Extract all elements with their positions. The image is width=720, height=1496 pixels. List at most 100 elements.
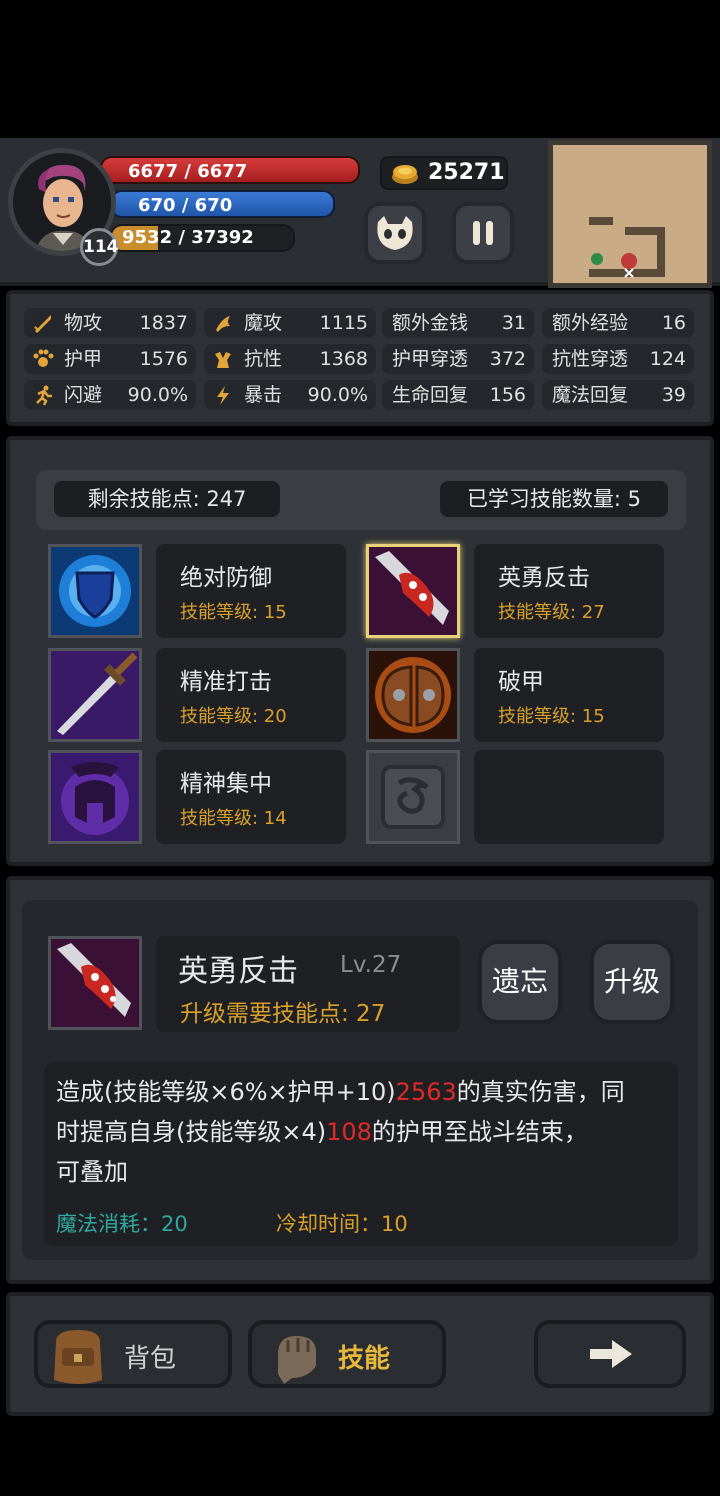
stat-value: 1368 bbox=[319, 348, 368, 370]
skill-slot[interactable] bbox=[48, 648, 142, 742]
backpack-icon bbox=[54, 1330, 102, 1384]
desc-part-4: 时提高自身(技能等级×4) bbox=[56, 1118, 327, 1146]
skill-description: 造成(技能等级×6%×护甲+10)2563的真实伤害，同 时提高自身(技能等级×… bbox=[56, 1072, 668, 1192]
stat-item: 暴击 90.0% bbox=[204, 380, 376, 410]
fist-icon bbox=[278, 1336, 316, 1384]
stat-item: 抗性 1368 bbox=[204, 344, 376, 374]
skill-card[interactable]: 破甲技能等级: 15 bbox=[474, 648, 664, 742]
stat-item: 抗性穿透 124 bbox=[542, 344, 694, 374]
skill-level: 技能等级: 15 bbox=[498, 706, 605, 727]
bottom-black-bar bbox=[0, 1418, 720, 1496]
skill-card[interactable]: 精准打击 技能等级: 20 bbox=[156, 648, 346, 742]
desc-part-7: 可叠加 bbox=[56, 1158, 128, 1186]
stat-value: 124 bbox=[649, 348, 686, 370]
stat-value: 156 bbox=[489, 384, 526, 406]
stat-label: 护甲穿透 bbox=[392, 348, 469, 370]
stat-item: 闪避 90.0% bbox=[24, 380, 196, 410]
desc-part-1: 造成(技能等级×6%×护甲+10) bbox=[56, 1078, 396, 1106]
forget-button[interactable]: 遗忘 bbox=[478, 940, 562, 1024]
run-icon bbox=[36, 385, 52, 406]
stat-value: 90.0% bbox=[307, 384, 368, 406]
skill-name: 英勇反击 bbox=[498, 565, 590, 591]
stat-label: 抗性 bbox=[244, 348, 283, 370]
stat-item: 额外金钱 31 bbox=[382, 308, 534, 338]
stat-label: 魔攻 bbox=[244, 312, 283, 334]
skill-slot[interactable] bbox=[48, 750, 142, 844]
stat-value: 31 bbox=[501, 312, 526, 334]
stat-label: 物攻 bbox=[64, 312, 103, 334]
empty-skill-card bbox=[474, 750, 664, 844]
xp-text: 9532 / 37392 bbox=[122, 227, 254, 248]
skill-name: 绝对防御 bbox=[180, 565, 272, 591]
stat-label: 暴击 bbox=[244, 384, 283, 406]
empty-skill-slot[interactable] bbox=[366, 750, 460, 844]
skill-name: 精神集中 bbox=[180, 771, 272, 797]
shield-icon bbox=[51, 547, 139, 635]
detail-skill-name: 英勇反击 bbox=[178, 954, 298, 989]
stat-label: 护甲 bbox=[64, 348, 103, 370]
hp-bar: 6677 / 6677 bbox=[100, 156, 360, 184]
magic-icon bbox=[216, 316, 230, 332]
skill-level: 技能等级: 15 bbox=[180, 602, 287, 623]
stat-item: 护甲 1576 bbox=[24, 344, 196, 374]
stat-item: 魔攻 1115 bbox=[204, 308, 376, 338]
stat-item: 魔法回复 39 bbox=[542, 380, 694, 410]
skill-card[interactable]: 精神集中技能等级: 14 bbox=[156, 750, 346, 844]
empty-slot-icon bbox=[369, 753, 457, 841]
skill-slot[interactable] bbox=[366, 544, 460, 638]
gold-amount: 25271 bbox=[428, 160, 505, 185]
detail-skill-lv: Lv.27 bbox=[340, 952, 402, 978]
minimap-rooms bbox=[589, 217, 665, 278]
skill-card[interactable]: 绝对防御技能等级: 15 bbox=[156, 544, 346, 638]
stat-label: 生命回复 bbox=[392, 384, 469, 406]
helmet-icon bbox=[51, 753, 139, 841]
paw-icon bbox=[33, 349, 54, 367]
skill-slot[interactable] bbox=[366, 648, 460, 742]
stat-item: 生命回复 156 bbox=[382, 380, 534, 410]
pause-button[interactable] bbox=[452, 202, 514, 264]
remaining-points: 剩余技能点: 247 bbox=[52, 479, 282, 519]
mp-bar: 670 / 670 bbox=[110, 190, 335, 218]
stat-value: 1576 bbox=[139, 348, 188, 370]
skill-slot[interactable] bbox=[48, 544, 142, 638]
stat-label: 抗性穿透 bbox=[552, 348, 629, 370]
upgrade-cost: 升级需要技能点: 27 bbox=[180, 1001, 386, 1027]
pet-button[interactable] bbox=[364, 202, 426, 264]
stat-label: 额外金钱 bbox=[392, 312, 469, 334]
sword-icon bbox=[51, 651, 139, 739]
skill-label: 技能 bbox=[338, 1344, 391, 1374]
detail-skill-icon bbox=[48, 936, 142, 1030]
skill-tab-button[interactable]: 技能 bbox=[248, 1320, 446, 1388]
skill-card[interactable]: 英勇反击技能等级: 27 bbox=[474, 544, 664, 638]
desc-part-3: 的真实伤害，同 bbox=[456, 1078, 625, 1106]
bloody-blade-icon bbox=[369, 547, 457, 635]
desc-part-6: 的护甲至战斗结束， bbox=[371, 1118, 588, 1146]
bag-label: 背包 bbox=[124, 1344, 177, 1374]
skill-name: 精准打击 bbox=[180, 669, 272, 695]
damage-value: 2563 bbox=[395, 1078, 457, 1106]
bloody-blade-icon bbox=[51, 939, 139, 1027]
stat-value: 372 bbox=[489, 348, 526, 370]
stat-label: 魔法回复 bbox=[552, 384, 629, 406]
hp-text: 6677 / 6677 bbox=[128, 161, 248, 182]
armor-value: 108 bbox=[326, 1118, 372, 1146]
upgrade-button[interactable]: 升级 bbox=[590, 940, 674, 1024]
skill-name: 破甲 bbox=[498, 669, 544, 695]
stat-item: 护甲穿透 372 bbox=[382, 344, 534, 374]
next-button[interactable] bbox=[534, 1320, 686, 1388]
pause-icon bbox=[473, 221, 493, 245]
minimap[interactable] bbox=[548, 140, 712, 288]
cooldown: 冷却时间：10 bbox=[276, 1212, 408, 1236]
gold-coin-icon bbox=[392, 165, 418, 184]
sword-icon bbox=[34, 315, 51, 333]
stat-label: 额外经验 bbox=[552, 312, 629, 334]
top-black-bar bbox=[0, 0, 720, 138]
resist-icon bbox=[215, 352, 231, 368]
stat-label: 闪避 bbox=[64, 384, 103, 406]
broken-shield-icon bbox=[369, 651, 457, 739]
skill-level: 技能等级: 27 bbox=[498, 602, 605, 623]
ghost-face-icon bbox=[377, 216, 413, 250]
bag-button[interactable]: 背包 bbox=[34, 1320, 232, 1388]
learned-count: 已学习技能数量: 5 bbox=[438, 479, 670, 519]
skill-level: 技能等级: 14 bbox=[180, 808, 287, 829]
